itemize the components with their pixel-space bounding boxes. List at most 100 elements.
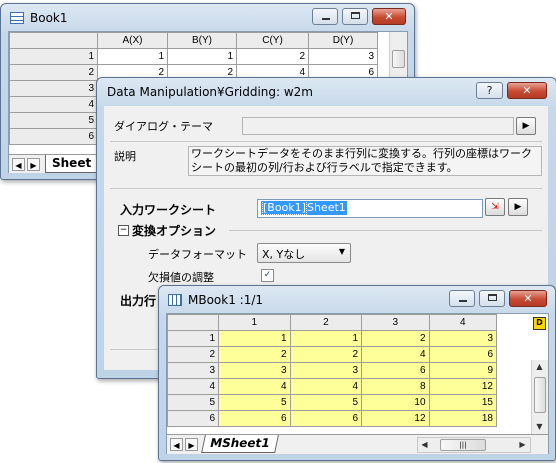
close-button[interactable]: ✕ bbox=[509, 290, 547, 307]
arrow-right-icon: ▶ bbox=[522, 121, 530, 131]
cell[interactable]: 2 bbox=[236, 48, 309, 65]
cell[interactable]: 4 bbox=[218, 378, 291, 395]
table-row: 22246 bbox=[166, 346, 498, 363]
scroll-up-icon[interactable]: ▲ bbox=[533, 360, 546, 373]
range-select-icon: ⇲ bbox=[491, 202, 499, 212]
cell[interactable]: 8 bbox=[361, 378, 430, 395]
dialog-theme-field[interactable] bbox=[242, 117, 514, 135]
vertical-scrollbar[interactable]: ▲ ▼ bbox=[531, 360, 548, 434]
row-header[interactable]: 1 bbox=[9, 48, 98, 65]
worksheet-icon bbox=[10, 12, 24, 24]
help-icon: ? bbox=[486, 84, 493, 97]
help-button[interactable]: ? bbox=[476, 82, 503, 99]
cell[interactable]: 9 bbox=[428, 362, 498, 379]
select-range-button[interactable]: ⇲ bbox=[485, 198, 505, 216]
mbook-titlebar[interactable]: MBook1 :1/1 ✕ bbox=[159, 286, 555, 314]
row-header[interactable]: 5 bbox=[9, 112, 98, 129]
column-header[interactable]: 3 bbox=[361, 314, 430, 331]
chevron-down-icon: ▼ bbox=[338, 247, 345, 256]
row-header[interactable]: 6 bbox=[166, 410, 220, 427]
column-header[interactable]: 1 bbox=[218, 314, 291, 331]
cell[interactable]: 18 bbox=[428, 410, 498, 427]
tab-prev-button[interactable]: ◀ bbox=[12, 158, 25, 171]
cell[interactable]: 15 bbox=[428, 394, 498, 411]
tab-msheet1[interactable]: MSheet1 bbox=[201, 435, 279, 453]
cell[interactable]: 4 bbox=[361, 346, 430, 363]
cell[interactable]: 12 bbox=[361, 410, 430, 427]
cell[interactable]: 6 bbox=[361, 362, 430, 379]
scrollbar-thumb-horizontal[interactable]: ||| bbox=[440, 439, 486, 451]
maximize-button[interactable] bbox=[479, 290, 505, 307]
cell[interactable]: 1 bbox=[97, 48, 168, 65]
scroll-left-icon[interactable]: ◀ bbox=[418, 438, 431, 451]
minimize-icon bbox=[322, 18, 330, 20]
input-menu-button[interactable]: ▶ bbox=[508, 198, 528, 216]
mbook-title: MBook1 :1/1 bbox=[188, 293, 264, 307]
cell[interactable]: 12 bbox=[428, 378, 498, 395]
close-button[interactable]: ✕ bbox=[372, 8, 406, 25]
scroll-right-icon[interactable]: ▶ bbox=[516, 438, 529, 451]
matrix-icon bbox=[168, 294, 182, 306]
tab-prev-button[interactable]: ◀ bbox=[170, 438, 183, 451]
row-header[interactable]: 5 bbox=[166, 394, 220, 411]
description-box: ワークシートデータをそのまま行列に変換する。行列の座標はワークシートの最初の列/… bbox=[188, 146, 542, 176]
cell[interactable]: 5 bbox=[289, 394, 363, 411]
maximize-button[interactable] bbox=[342, 8, 368, 25]
cell[interactable]: 6 bbox=[428, 346, 498, 363]
dialog-title: Data Manipulation¥Gridding: w2m bbox=[107, 85, 313, 99]
cell[interactable]: 10 bbox=[361, 394, 430, 411]
cell[interactable]: 1 bbox=[289, 330, 363, 347]
row-header[interactable]: 3 bbox=[166, 362, 220, 379]
cell[interactable]: 2 bbox=[218, 346, 291, 363]
collapse-toggle-icon[interactable]: − bbox=[118, 225, 129, 236]
table-row: 11123 bbox=[166, 330, 498, 347]
cell[interactable]: 3 bbox=[289, 362, 363, 379]
row-header[interactable]: 4 bbox=[9, 96, 98, 113]
grid-corner[interactable] bbox=[166, 314, 220, 331]
book1-titlebar[interactable]: Book1 ✕ bbox=[1, 4, 414, 32]
scrollbar-thumb[interactable] bbox=[534, 377, 546, 413]
tab-next-button[interactable]: ▶ bbox=[185, 438, 198, 451]
cell[interactable]: 5 bbox=[218, 394, 291, 411]
cell[interactable]: 6 bbox=[218, 410, 291, 427]
row-header[interactable]: 6 bbox=[9, 128, 98, 145]
cell[interactable]: 6 bbox=[289, 410, 363, 427]
row-header[interactable]: 2 bbox=[9, 64, 98, 81]
dialog-close-button[interactable]: ✕ bbox=[507, 82, 547, 99]
column-header[interactable]: B(Y) bbox=[167, 32, 237, 49]
horizontal-scrollbar[interactable]: ◀ ||| ▶ bbox=[417, 437, 531, 453]
theme-menu-button[interactable]: ▶ bbox=[516, 117, 536, 135]
dialog-theme-label: ダイアログ・テーマ bbox=[114, 120, 213, 133]
cell[interactable]: 3 bbox=[308, 48, 378, 65]
cell[interactable]: 2 bbox=[361, 330, 430, 347]
row-header[interactable]: 3 bbox=[9, 80, 98, 97]
row-header[interactable]: 4 bbox=[166, 378, 220, 395]
data-format-select[interactable]: X, Yなし ▼ bbox=[257, 243, 351, 263]
arrow-right-icon: ▶ bbox=[514, 202, 522, 212]
missing-values-checkbox[interactable]: ✓ bbox=[261, 269, 274, 282]
input-worksheet-field[interactable]: [Book1]Sheet1 bbox=[257, 199, 483, 218]
column-header[interactable]: A(X) bbox=[97, 32, 168, 49]
column-header[interactable]: 4 bbox=[428, 314, 498, 331]
row-header[interactable]: 1 bbox=[166, 330, 220, 347]
scroll-down-icon[interactable]: ▼ bbox=[533, 420, 546, 433]
column-header[interactable]: C(Y) bbox=[236, 32, 309, 49]
tab-sheet1[interactable]: Sheet bbox=[45, 155, 99, 173]
cell[interactable]: 3 bbox=[428, 330, 498, 347]
grid-corner[interactable] bbox=[9, 32, 98, 49]
mbook-client: 1 2 3 4 11123 22246 33369 4 4 4 8 12 5 5 5 10 15… bbox=[166, 313, 549, 454]
column-header[interactable]: D(Y) bbox=[308, 32, 378, 49]
cell[interactable]: 3 bbox=[218, 362, 291, 379]
minimize-button[interactable] bbox=[312, 8, 338, 25]
scrollbar-thumb[interactable] bbox=[392, 50, 405, 68]
cell[interactable]: 1 bbox=[167, 48, 237, 65]
column-header[interactable]: 2 bbox=[289, 314, 363, 331]
matrix-data-badge-icon[interactable]: D bbox=[533, 317, 546, 330]
cell[interactable]: 2 bbox=[289, 346, 363, 363]
tab-next-button[interactable]: ▶ bbox=[27, 158, 40, 171]
minimize-button[interactable] bbox=[449, 290, 475, 307]
cell[interactable]: 4 bbox=[289, 378, 363, 395]
cell[interactable]: 1 bbox=[218, 330, 291, 347]
row-header[interactable]: 2 bbox=[166, 346, 220, 363]
dialog-titlebar[interactable]: Data Manipulation¥Gridding: w2m ? ✕ bbox=[97, 78, 556, 106]
